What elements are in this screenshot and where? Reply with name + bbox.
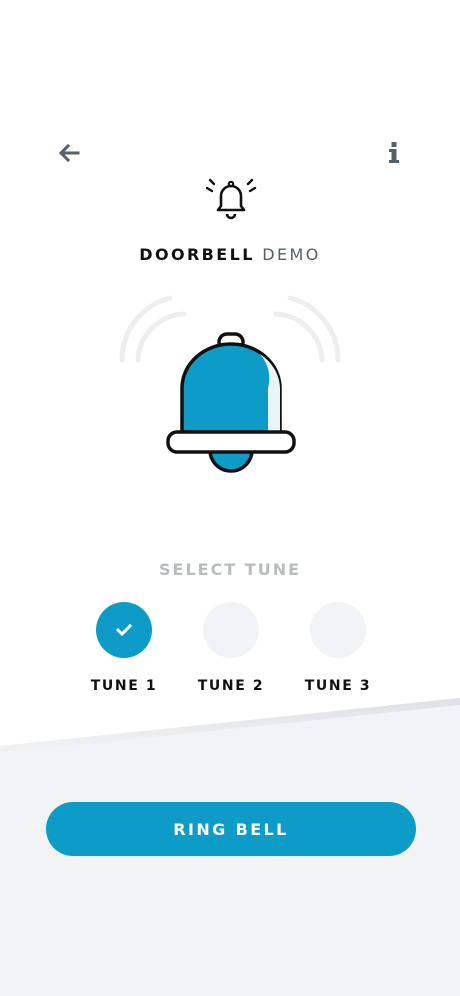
checkmark-icon	[116, 624, 132, 636]
back-button[interactable]	[56, 140, 82, 166]
tune-option-3[interactable]: TUNE 3	[283, 602, 393, 694]
tune-2-label: TUNE 2	[197, 678, 265, 694]
bell-illustration	[119, 295, 341, 473]
tune-2-radio[interactable]	[203, 602, 259, 658]
doorbell-screen: DOORBELL DEMO SELECT TUNE TUNE 1 TUNE 2	[0, 0, 460, 996]
tune-3-radio[interactable]	[310, 602, 366, 658]
ring-bell-button[interactable]: RING BELL	[46, 802, 416, 856]
select-tune-label: SELECT TUNE	[158, 560, 302, 579]
tune-1-radio[interactable]	[96, 602, 152, 658]
info-button[interactable]	[382, 140, 406, 166]
tune-3-label: TUNE 3	[304, 678, 372, 694]
title-light: DEMO	[262, 245, 321, 264]
title-strong: DOORBELL	[139, 245, 255, 264]
tune-option-2[interactable]: TUNE 2	[176, 602, 286, 694]
tune-1-label: TUNE 1	[90, 678, 158, 694]
page-title: DOORBELL DEMO	[0, 245, 460, 264]
ringing-bell-icon	[205, 178, 257, 220]
top-bar	[0, 140, 460, 168]
info-icon	[389, 142, 399, 163]
arrow-left-icon	[58, 144, 80, 162]
tune-option-1[interactable]: TUNE 1	[69, 602, 179, 694]
